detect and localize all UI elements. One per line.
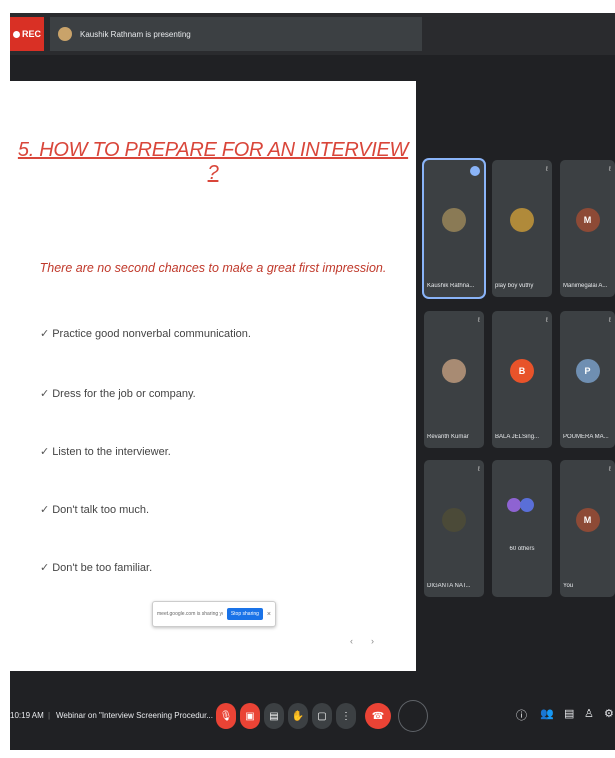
checkmark-icon: ✓ [40, 328, 50, 340]
avatar [510, 208, 534, 232]
hang-up-icon: ☎ [371, 710, 385, 722]
avatar: M [575, 508, 600, 532]
divider: | [48, 711, 51, 720]
participant-tile[interactable]: ℓ DIGANTA NAT... [424, 460, 484, 597]
extra-control[interactable] [398, 700, 428, 732]
participant-name: play boy vuthy [495, 283, 534, 289]
slide-title: 5. HOW TO PREPARE FOR AN INTERVIEW ? [17, 139, 409, 184]
participant-tile[interactable]: ℓ play boy vuthy [492, 160, 552, 297]
bottom-bar: 10:19 AM | Webinar on "Interview Screeni… [10, 683, 615, 750]
participant-name: Manimegalai A... [563, 283, 608, 289]
mic-button[interactable]: 🎙 [216, 703, 236, 729]
slide-bullet: ✓ Don't be too familiar. [40, 561, 152, 574]
others-avatar [520, 498, 534, 512]
bullet-text: Practice good nonverbal communication. [52, 328, 251, 340]
avatar: B [510, 359, 534, 383]
present-button[interactable]: ▢ [312, 703, 332, 729]
raise-hand-button[interactable]: ✋ [288, 703, 308, 729]
mic-off-icon: ℓ [545, 317, 548, 324]
activities-icon[interactable]: ♙ [584, 707, 594, 720]
avatar [442, 208, 466, 232]
bullet-text: Don't talk too much. [52, 504, 150, 516]
slide-subtitle: There are no second chances to make a gr… [39, 261, 387, 275]
participant-name: BALA JELSing... [495, 434, 540, 440]
participant-name: You [563, 583, 574, 589]
shared-screen: 5. HOW TO PREPARE FOR AN INTERVIEW ? The… [10, 81, 416, 671]
presenting-banner[interactable]: Kaushik Rathnam is presenting [50, 17, 422, 51]
captions-icon: ▤ [269, 710, 279, 722]
people-icon[interactable]: 👥 [540, 707, 554, 720]
leave-call-button[interactable]: ☎ [365, 703, 391, 729]
bullet-text: Dress for the job or company. [52, 388, 196, 400]
participant-tile[interactable]: ℓ Revanth Kumar [424, 311, 484, 448]
participant-tile[interactable]: Kaushik Rathna... [424, 160, 484, 297]
info-icon[interactable]: ⓘ [516, 707, 527, 723]
checkmark-icon: ✓ [40, 562, 50, 574]
bullet-text: Listen to the interviewer. [52, 446, 171, 458]
participant-name: POUMERA MA... [563, 434, 609, 440]
top-bar: REC Kaushik Rathnam is presenting [10, 13, 615, 55]
clock: 10:19 AM [10, 711, 44, 720]
slide-nav: ‹› [350, 636, 392, 646]
presenting-text: Kaushik Rathnam is presenting [80, 29, 191, 39]
participant-tile[interactable]: ℓ M You [560, 460, 615, 597]
participant-name: Revanth Kumar [427, 434, 469, 440]
mic-off-icon: 🎙 [219, 710, 233, 722]
hand-icon: ✋ [291, 710, 305, 722]
prev-slide-icon[interactable]: ‹ [350, 636, 371, 646]
record-dot-icon [12, 30, 20, 38]
mic-off-icon: ℓ [608, 166, 611, 173]
presenter-avatar [58, 27, 72, 41]
pin-icon[interactable] [470, 166, 480, 176]
slide-bullet: ✓ Dress for the job or company. [40, 387, 196, 400]
slide-bullet: ✓ Practice good nonverbal communication. [40, 327, 251, 340]
participant-tile[interactable]: ℓ M Manimegalai A... [560, 160, 615, 297]
checkmark-icon: ✓ [40, 504, 50, 516]
screen-share-bar: meet.google.com is sharing your screen. … [152, 601, 276, 627]
avatar: P [575, 359, 600, 383]
recording-badge: REC [10, 17, 44, 51]
participant-name: DIGANTA NAT... [427, 583, 471, 589]
mic-off-icon: ℓ [545, 166, 548, 173]
camera-off-icon: ▣ [245, 710, 255, 722]
stop-sharing-button[interactable]: Stop sharing [226, 608, 263, 620]
present-icon: ▢ [317, 710, 327, 722]
rec-label: REC [21, 29, 41, 39]
participant-name: 60 others [509, 546, 535, 552]
camera-button[interactable]: ▣ [240, 703, 260, 729]
meeting-title: Webinar on "Interview Screening Procedur… [56, 711, 213, 720]
others-avatar [507, 498, 521, 512]
meet-window: REC Kaushik Rathnam is presenting 5. HOW… [10, 13, 615, 750]
share-label: meet.google.com is sharing your screen. [157, 611, 223, 617]
slide-bullet: ✓ Listen to the interviewer. [40, 445, 171, 458]
checkmark-icon: ✓ [40, 388, 50, 400]
participant-tile[interactable]: ℓ B BALA JELSing... [492, 311, 552, 448]
participant-name: Kaushik Rathna... [427, 283, 475, 289]
slide-bullet: ✓ Don't talk too much. [40, 503, 149, 516]
participant-tile[interactable]: ℓ P POUMERA MA... [560, 311, 615, 448]
avatar: M [575, 208, 600, 232]
mic-off-icon: ℓ [477, 317, 480, 324]
mic-off-icon: ℓ [608, 466, 611, 473]
mic-off-icon: ℓ [608, 317, 611, 324]
bullet-text: Don't be too familiar. [52, 562, 153, 574]
more-options-button[interactable]: ⋮ [336, 703, 356, 729]
more-vert-icon: ⋮ [341, 710, 351, 722]
host-controls-icon[interactable]: ⚙ [604, 707, 614, 720]
participant-tile[interactable]: 60 others [492, 460, 552, 597]
close-icon[interactable]: × [267, 611, 271, 618]
mic-off-icon: ℓ [477, 466, 480, 473]
next-slide-icon[interactable]: › [371, 636, 392, 646]
avatar [442, 508, 466, 532]
avatar [442, 359, 466, 383]
chat-icon[interactable]: ▤ [564, 707, 574, 720]
captions-button[interactable]: ▤ [264, 703, 284, 729]
checkmark-icon: ✓ [40, 446, 50, 458]
